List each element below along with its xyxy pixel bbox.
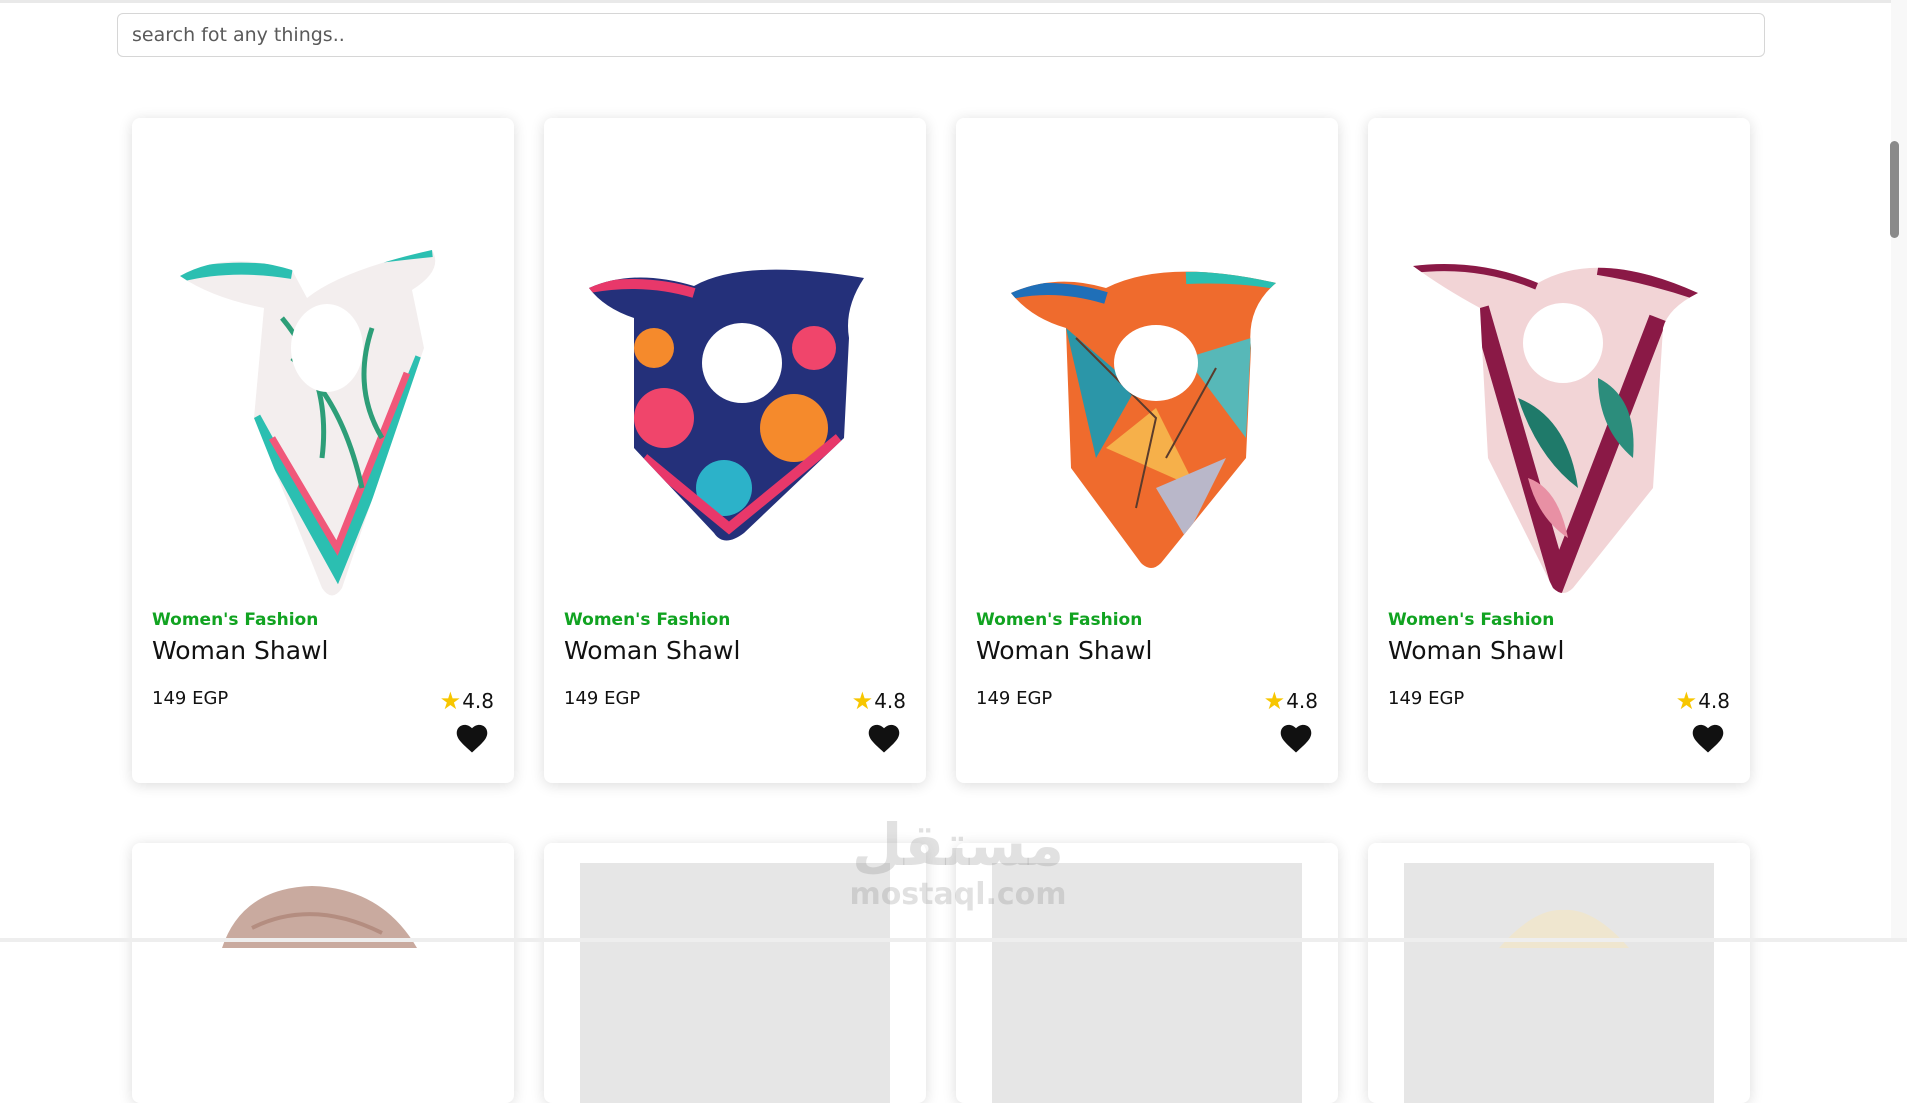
product-category: Women's Fashion	[976, 610, 1143, 630]
product-image[interactable]	[132, 158, 514, 658]
product-card[interactable]: Women's Fashion Woman Shawl 149 EGP ★ 4.…	[132, 118, 514, 783]
product-category: Women's Fashion	[564, 610, 731, 630]
star-icon: ★	[1675, 687, 1698, 715]
product-price: 149 EGP	[152, 688, 229, 709]
heart-icon[interactable]	[866, 722, 902, 754]
heart-icon[interactable]	[1690, 722, 1726, 754]
product-image[interactable]	[956, 158, 1338, 658]
product-card[interactable]	[132, 843, 514, 1103]
product-card[interactable]: Women's Fashion Woman Shawl 149 EGP ★ 4.…	[544, 118, 926, 783]
rating-value: 4.8	[1286, 689, 1318, 713]
product-price: 149 EGP	[1388, 688, 1465, 709]
bottom-border	[0, 938, 1907, 942]
product-category: Women's Fashion	[152, 610, 319, 630]
product-grid-row-2	[132, 843, 1750, 1103]
search-input[interactable]	[117, 13, 1765, 57]
star-icon: ★	[1263, 687, 1286, 715]
product-image[interactable]	[1368, 158, 1750, 658]
rating-value: 4.8	[874, 689, 906, 713]
product-name[interactable]: Woman Shawl	[152, 636, 328, 665]
scrollbar-thumb[interactable]	[1890, 141, 1899, 238]
product-price: 149 EGP	[564, 688, 641, 709]
product-card[interactable]	[544, 843, 926, 1103]
product-card[interactable]	[956, 843, 1338, 1103]
product-image	[1499, 909, 1629, 948]
product-name[interactable]: Woman Shawl	[564, 636, 740, 665]
product-image[interactable]	[544, 158, 926, 658]
product-rating: ★ 4.8	[852, 687, 906, 715]
product-card[interactable]: Women's Fashion Woman Shawl 149 EGP ★ 4.…	[1368, 118, 1750, 783]
product-rating: ★ 4.8	[1264, 687, 1318, 715]
product-price: 149 EGP	[976, 688, 1053, 709]
product-card[interactable]: Women's Fashion Woman Shawl 149 EGP ★ 4.…	[956, 118, 1338, 783]
heart-icon[interactable]	[1278, 722, 1314, 754]
heart-icon[interactable]	[454, 722, 490, 754]
product-name[interactable]: Woman Shawl	[1388, 636, 1564, 665]
product-card[interactable]	[1368, 843, 1750, 1103]
product-name[interactable]: Woman Shawl	[976, 636, 1152, 665]
rating-value: 4.8	[1698, 689, 1730, 713]
product-image-placeholder[interactable]	[580, 863, 890, 1103]
product-category: Women's Fashion	[1388, 610, 1555, 630]
product-rating: ★ 4.8	[1676, 687, 1730, 715]
product-rating: ★ 4.8	[440, 687, 494, 715]
rating-value: 4.8	[462, 689, 494, 713]
top-border	[0, 0, 1907, 3]
product-image-placeholder[interactable]	[992, 863, 1302, 1103]
product-image-placeholder[interactable]	[1404, 863, 1714, 1103]
product-grid: Women's Fashion Woman Shawl 149 EGP ★ 4.…	[132, 118, 1750, 783]
star-icon: ★	[439, 687, 462, 715]
star-icon: ★	[851, 687, 874, 715]
